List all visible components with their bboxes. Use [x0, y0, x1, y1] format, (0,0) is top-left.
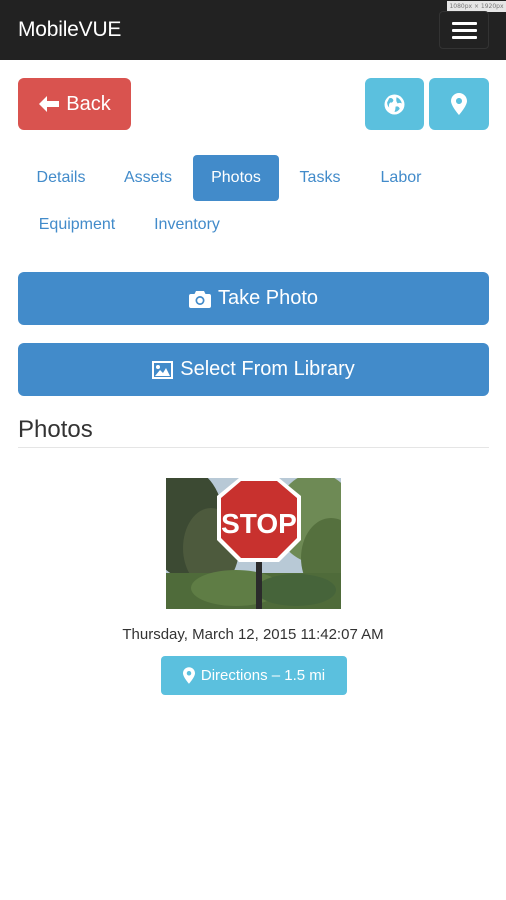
- photo-thumbnail[interactable]: STOP: [166, 478, 341, 609]
- photos-heading: Photos: [18, 416, 93, 443]
- back-button[interactable]: Back: [18, 78, 131, 130]
- menu-toggle-button[interactable]: [439, 11, 489, 49]
- tab-details[interactable]: Details: [25, 155, 97, 201]
- tab-assets[interactable]: Assets: [111, 155, 185, 201]
- picture-icon: [152, 360, 174, 379]
- take-photo-label: Take Photo: [217, 287, 319, 309]
- tab-inventory[interactable]: Inventory: [142, 202, 232, 248]
- camera-icon: [188, 290, 211, 308]
- stop-sign-text: STOP: [221, 508, 297, 539]
- directions-label: Directions – 1.5 mi: [200, 667, 326, 684]
- section-divider: [18, 447, 489, 448]
- tab-equipment[interactable]: Equipment: [25, 202, 129, 248]
- map-marker-icon: [182, 667, 195, 684]
- globe-button[interactable]: [365, 78, 424, 130]
- map-marker-button[interactable]: [429, 78, 489, 130]
- photo-timestamp: Thursday, March 12, 2015 11:42:07 AM: [122, 626, 384, 643]
- tab-labor[interactable]: Labor: [368, 155, 434, 201]
- select-from-library-button[interactable]: Select From Library: [18, 343, 489, 396]
- globe-icon: [384, 94, 405, 114]
- arrow-left-icon: [39, 96, 60, 112]
- directions-button[interactable]: Directions – 1.5 mi: [161, 656, 347, 695]
- tab-photos[interactable]: Photos: [193, 155, 279, 201]
- take-photo-button[interactable]: Take Photo: [18, 272, 489, 325]
- select-from-library-label: Select From Library: [180, 358, 355, 380]
- tab-tasks[interactable]: Tasks: [287, 155, 353, 201]
- app-title[interactable]: MobileVUE: [18, 18, 121, 42]
- back-button-label: Back: [66, 92, 111, 115]
- map-marker-icon: [451, 93, 467, 115]
- top-navbar: MobileVUE 1080px × 1920px: [0, 0, 506, 60]
